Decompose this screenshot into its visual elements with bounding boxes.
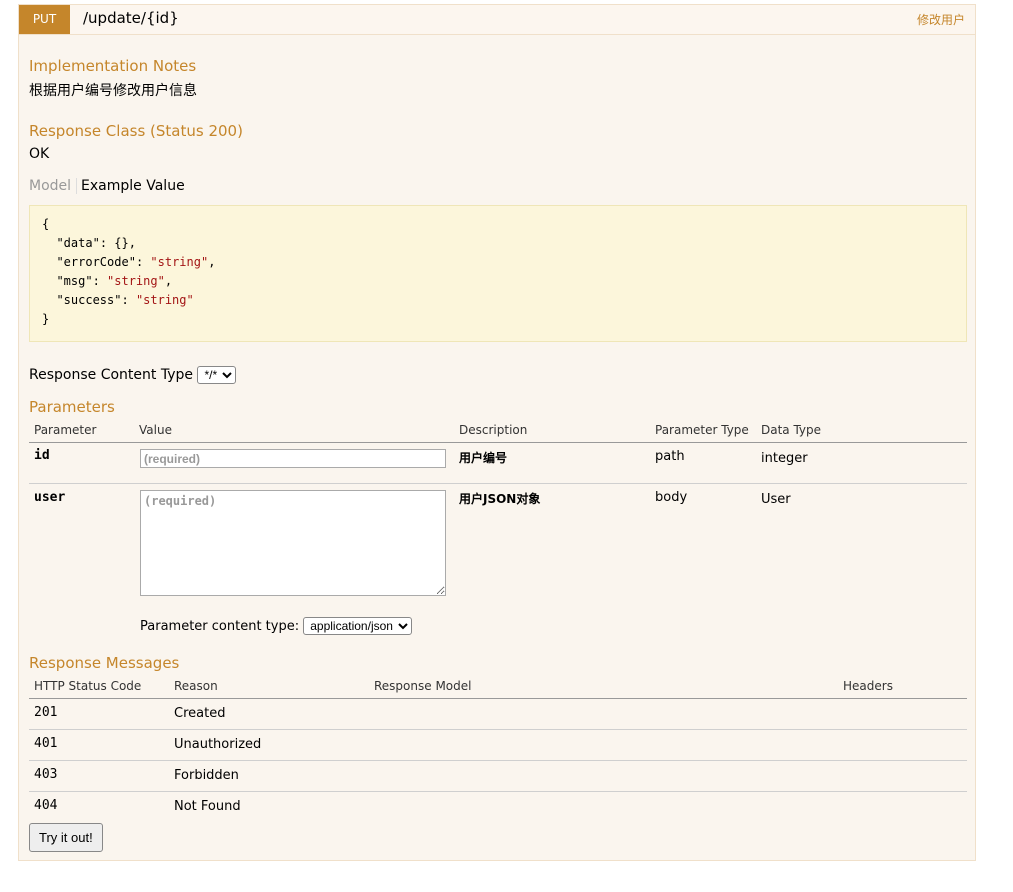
param-col-parameter: Parameter: [34, 423, 97, 437]
implementation-notes-heading: Implementation Notes: [29, 57, 197, 75]
param-desc-user: 用户JSON对象: [459, 492, 541, 506]
response-content-type-select[interactable]: */*: [197, 366, 237, 384]
param-type-id: path: [655, 449, 685, 464]
key-msg: "msg": [56, 274, 93, 288]
key-success: "success": [56, 293, 122, 307]
model-tabs: Model Example Value: [29, 178, 185, 194]
val-errorcode: "string": [150, 255, 209, 269]
val-success: "string": [135, 293, 194, 307]
response-content-type-row: Response Content Type */*: [29, 366, 237, 384]
resp-row-divider: [29, 760, 967, 761]
param-col-description: Description: [459, 423, 528, 437]
status-code-401: 401: [34, 736, 58, 751]
resp-row-divider: [29, 791, 967, 792]
param-col-parameter-type: Parameter Type: [655, 423, 749, 437]
brace-close: }: [42, 312, 50, 326]
parameter-content-type-label: Parameter content type:: [140, 619, 300, 634]
operation-panel: PUT /update/{id} 修改用户 Implementation Not…: [18, 4, 976, 861]
parameters-heading: Parameters: [29, 398, 115, 416]
parameter-content-type-select[interactable]: application/json: [303, 617, 413, 635]
param-desc-id: 用户编号: [459, 451, 508, 465]
tab-model[interactable]: Model: [29, 178, 78, 194]
operation-header[interactable]: PUT /update/{id} 修改用户: [19, 5, 975, 35]
data-type-id: integer: [761, 451, 808, 466]
resp-row-divider: [29, 729, 967, 730]
param-col-data-type: Data Type: [761, 423, 822, 437]
user-body-textarea[interactable]: [140, 490, 446, 596]
val-data: {}: [114, 236, 129, 250]
response-messages-heading: Response Messages: [29, 654, 180, 672]
implementation-notes-text: 根据用户编号修改用户信息: [29, 83, 197, 99]
key-data: "data": [56, 236, 100, 250]
param-header-divider: [29, 442, 967, 443]
reason-403: Forbidden: [174, 768, 239, 783]
tab-example-value[interactable]: Example Value: [77, 178, 185, 194]
status-code-404: 404: [34, 798, 58, 813]
reason-201: Created: [174, 706, 226, 721]
param-col-value: Value: [139, 423, 172, 437]
http-method-badge[interactable]: PUT: [19, 5, 70, 34]
operation-summary[interactable]: 修改用户: [917, 11, 965, 28]
reason-401: Unauthorized: [174, 737, 262, 752]
val-msg: "string": [107, 274, 165, 288]
data-type-user: User: [761, 492, 791, 507]
resp-col-response-model: Response Model: [374, 679, 472, 693]
brace-open: {: [42, 217, 50, 231]
param-row-divider: [29, 483, 967, 484]
response-class-heading: Response Class (Status 200): [29, 122, 243, 140]
example-value-code[interactable]: { "data": {}, "errorCode": "string", "ms…: [29, 205, 967, 342]
resp-header-divider: [29, 698, 967, 699]
param-name-user: user: [34, 490, 66, 505]
response-content-type-label: Response Content Type: [29, 367, 193, 383]
parameter-content-type-row: Parameter content type: application/json: [140, 617, 413, 635]
try-it-out-button[interactable]: Try it out!: [29, 823, 103, 852]
status-code-403: 403: [34, 767, 58, 782]
resp-col-reason: Reason: [174, 679, 218, 693]
status-code-201: 201: [34, 705, 58, 720]
endpoint-path[interactable]: /update/{id}: [83, 9, 179, 27]
param-type-user: body: [655, 490, 688, 505]
reason-404: Not Found: [174, 799, 241, 814]
resp-col-status-code: HTTP Status Code: [34, 679, 142, 693]
id-input[interactable]: [140, 449, 446, 468]
key-errorcode: "errorCode": [56, 255, 136, 269]
param-name-id: id: [34, 448, 50, 463]
resp-col-headers: Headers: [843, 679, 893, 693]
response-class-text: OK: [29, 146, 50, 162]
